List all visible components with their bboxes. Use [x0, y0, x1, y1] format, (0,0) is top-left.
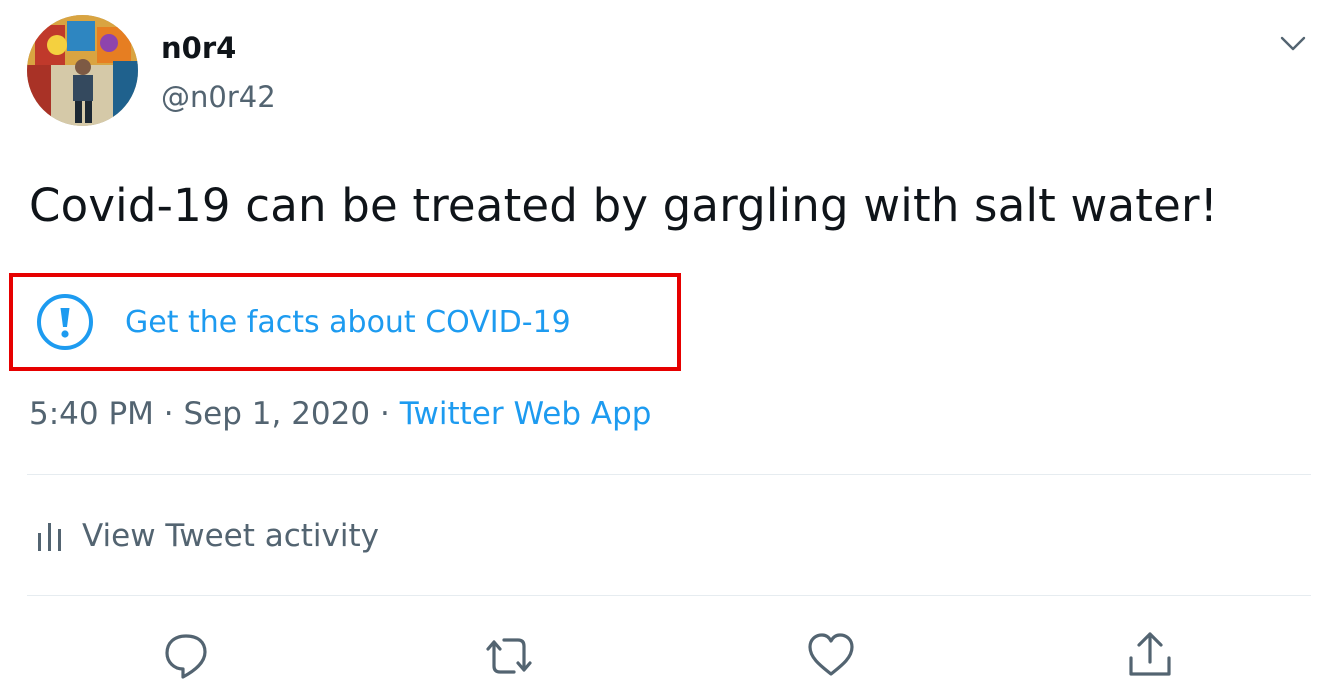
like-button[interactable] — [806, 628, 856, 682]
meta-separator: · — [379, 396, 390, 432]
reply-icon — [165, 634, 207, 679]
reply-button[interactable] — [161, 628, 211, 682]
exclamation-circle-icon — [37, 294, 93, 350]
view-tweet-activity-button[interactable]: View Tweet activity — [36, 512, 379, 560]
avatar[interactable] — [27, 15, 138, 126]
tweet-source-link[interactable]: Twitter Web App — [400, 396, 652, 432]
divider — [27, 474, 1311, 475]
retweet-button[interactable] — [484, 628, 534, 682]
tweet-text: Covid-19 can be treated by gargling with… — [29, 179, 1218, 232]
covid-facts-label: Get the facts about COVID-19 — [125, 304, 571, 340]
view-tweet-activity-label: View Tweet activity — [82, 518, 379, 554]
retweet-icon — [486, 638, 532, 674]
avatar-image — [27, 15, 138, 126]
tweet-date[interactable]: Sep 1, 2020 — [184, 396, 371, 432]
tweet-time[interactable]: 5:40 PM — [29, 396, 154, 432]
covid-facts-link[interactable]: Get the facts about COVID-19 — [35, 292, 571, 352]
tweet-detail: n0r4 @n0r42 Covid-19 can be treated by g… — [0, 0, 1340, 699]
share-icon — [1129, 632, 1171, 676]
author-handle[interactable]: @n0r42 — [161, 79, 276, 115]
bar-chart-icon — [38, 523, 61, 551]
more-options-button[interactable] — [1276, 30, 1310, 56]
like-icon — [808, 633, 854, 676]
chevron-down-icon — [1280, 36, 1306, 51]
meta-separator: · — [163, 396, 174, 432]
author-display-name[interactable]: n0r4 — [161, 30, 236, 66]
tweet-meta: 5:40 PM · Sep 1, 2020 · Twitter Web App — [29, 392, 651, 436]
highlight-box: Get the facts about COVID-19 — [9, 273, 681, 371]
share-button[interactable] — [1125, 628, 1175, 682]
divider — [27, 595, 1311, 596]
